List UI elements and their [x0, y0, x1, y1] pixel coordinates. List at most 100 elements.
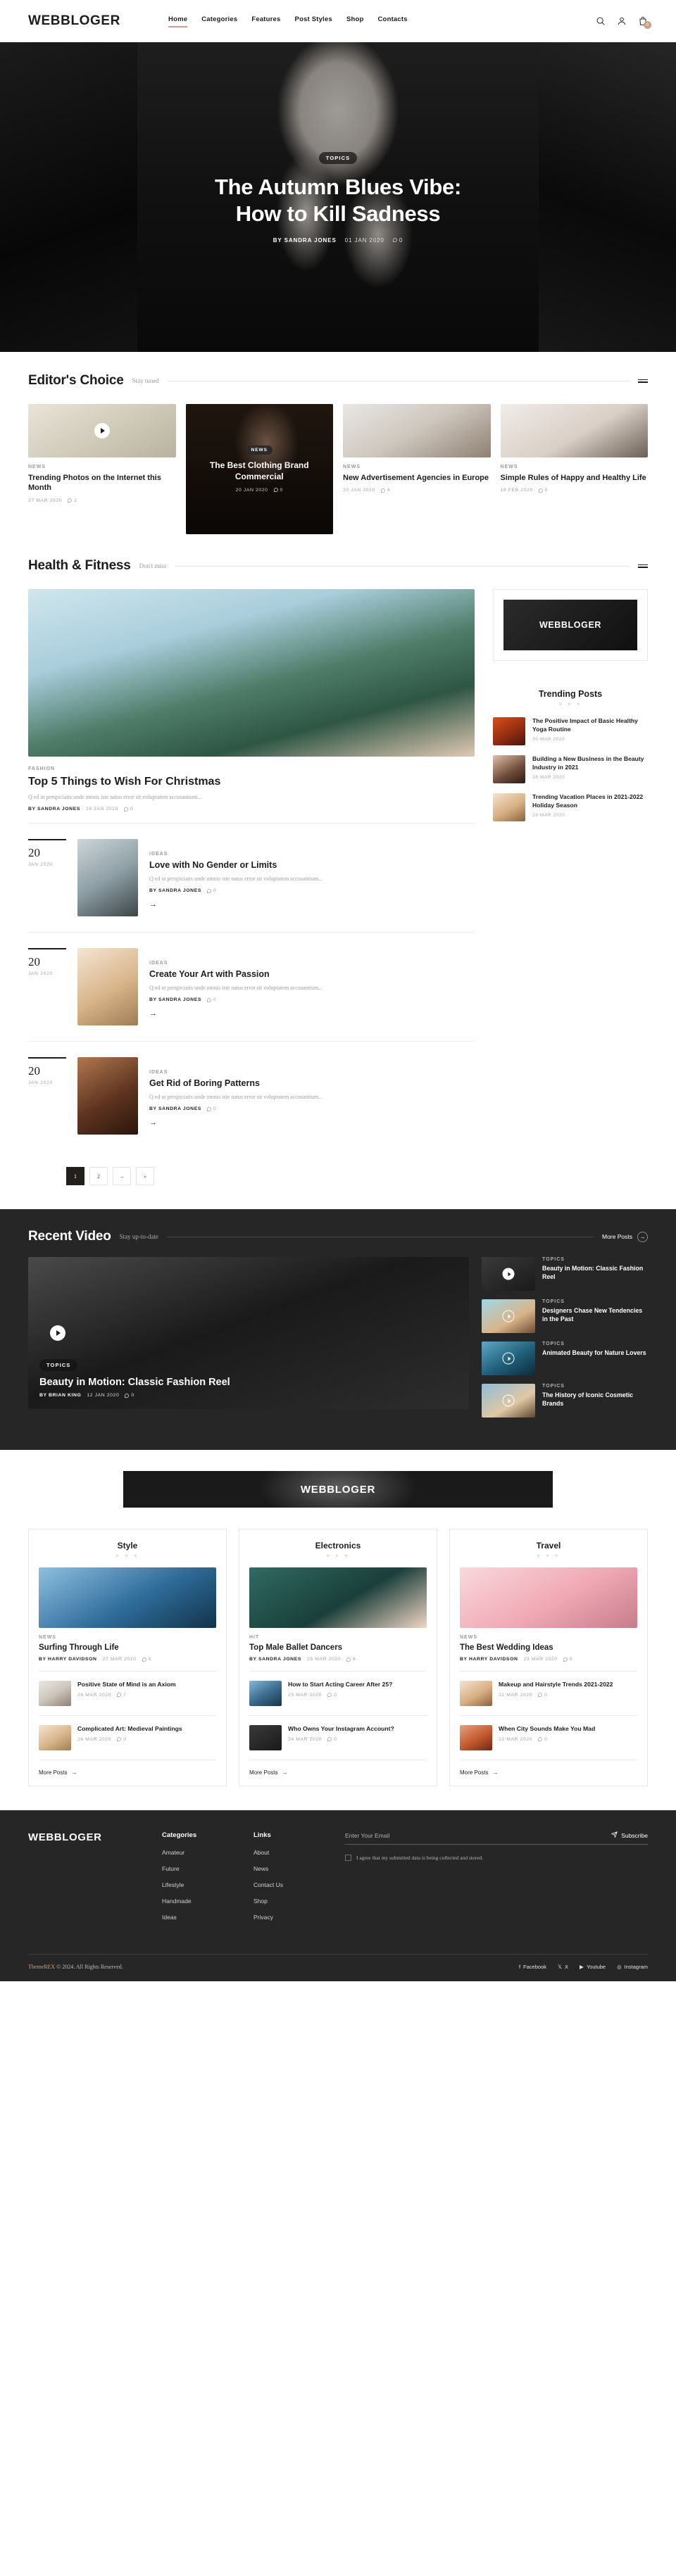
video-list-item[interactable]: TOPICS Beauty in Motion: Classic Fashion… — [482, 1257, 648, 1291]
footer-link-lifestyle[interactable]: Lifestyle — [162, 1881, 239, 1888]
pagination-page-2[interactable]: 2 — [89, 1167, 108, 1185]
article-card[interactable]: NEWS Simple Rules of Happy and Healthy L… — [500, 404, 649, 534]
subscribe-button[interactable]: Subscribe — [611, 1831, 648, 1839]
play-icon[interactable] — [502, 1394, 515, 1407]
article-card-featured[interactable]: NEWS The Best Clothing Brand Commercial … — [185, 404, 333, 534]
social-link-x[interactable]: 𝕏X — [558, 1964, 568, 1970]
column-more-posts-button[interactable]: More Posts → — [460, 1769, 637, 1776]
email-field[interactable] — [345, 1831, 612, 1839]
read-more-arrow-icon[interactable]: → — [149, 900, 475, 909]
article-card[interactable]: NEWS Trending Photos on the Internet thi… — [28, 404, 176, 534]
trending-post-item[interactable]: Building a New Business in the Beauty In… — [493, 755, 648, 783]
list-item[interactable]: 20 JAN 2020 IDEAS Love with No Gender or… — [28, 823, 475, 933]
more-posts-button[interactable]: More Posts → — [602, 1231, 648, 1242]
copyright-brand[interactable]: ThemeREX — [28, 1964, 55, 1970]
pagination-page-1[interactable]: 1 — [66, 1167, 84, 1185]
hero-category-badge[interactable]: TOPICS — [318, 152, 358, 165]
article-title[interactable]: Makeup and Hairstyle Trends 2021-2022 — [499, 1681, 613, 1689]
featured-video[interactable]: TOPICS Beauty in Motion: Classic Fashion… — [28, 1257, 469, 1409]
post-title[interactable]: Create Your Art with Passion — [149, 969, 475, 979]
list-item[interactable]: Who Owns Your Instagram Account? 24 MAR … — [249, 1725, 427, 1750]
nav-item-post-styles[interactable]: Post Styles — [295, 15, 332, 27]
article-title[interactable]: Simple Rules of Happy and Healthy Life — [501, 473, 649, 483]
nav-item-contacts[interactable]: Contacts — [378, 15, 408, 27]
footer-link-about[interactable]: About — [254, 1849, 331, 1856]
footer-logo[interactable]: WEBBLOGER — [28, 1831, 148, 1930]
video-list-item[interactable]: TOPICS The History of Iconic Cosmetic Br… — [482, 1384, 648, 1418]
hero-title[interactable]: The Autumn Blues Vibe: How to Kill Sadne… — [120, 174, 556, 227]
trending-post-item[interactable]: The Positive Impact of Basic Healthy Yog… — [493, 717, 648, 745]
video-title[interactable]: Animated Beauty for Nature Lovers — [542, 1349, 646, 1358]
hero-banner[interactable]: TOPICS The Autumn Blues Vibe: How to Kil… — [0, 42, 676, 352]
column-lead-article[interactable]: NEWS The Best Wedding Ideas BY HARRY DAV… — [460, 1567, 637, 1662]
social-link-facebook[interactable]: f Facebook — [519, 1964, 546, 1970]
post-title[interactable]: Get Rid of Boring Patterns — [149, 1078, 475, 1088]
article-title[interactable]: Top Male Ballet Dancers — [249, 1643, 427, 1652]
list-item[interactable]: Makeup and Hairstyle Trends 2021-2022 22… — [460, 1681, 637, 1706]
play-icon[interactable] — [94, 423, 110, 438]
promo-banner[interactable]: WEBBLOGER — [0, 1450, 676, 1529]
read-more-arrow-icon[interactable]: → — [149, 1009, 475, 1018]
list-item[interactable]: Complicated Art: Medieval Paintings 26 M… — [39, 1725, 216, 1750]
article-title[interactable]: Who Owns Your Instagram Account? — [288, 1725, 394, 1734]
search-icon[interactable] — [596, 16, 606, 26]
footer-link-handmade[interactable]: Handmade — [162, 1898, 239, 1905]
article-title[interactable]: Complicated Art: Medieval Paintings — [77, 1725, 182, 1734]
featured-article-title[interactable]: Top 5 Things to Wish For Christmas — [28, 776, 475, 788]
column-more-posts-button[interactable]: More Posts → — [39, 1769, 216, 1776]
user-account-icon[interactable] — [617, 16, 627, 26]
column-lead-article[interactable]: NEWS Surfing Through Life BY HARRY DAVID… — [39, 1567, 216, 1662]
trending-post-title[interactable]: The Positive Impact of Basic Healthy Yog… — [532, 717, 648, 733]
list-item[interactable]: Positive State of Mind is an Axiom 26 MA… — [39, 1681, 216, 1706]
article-title[interactable]: The Best Wedding Ideas — [460, 1643, 637, 1652]
list-item[interactable]: 20 JAN 2020 IDEAS Get Rid of Boring Patt… — [28, 1042, 475, 1150]
list-item[interactable]: 20 JAN 2020 IDEAS Create Your Art with P… — [28, 933, 475, 1042]
featured-article-image[interactable] — [28, 589, 475, 757]
footer-link-ideas[interactable]: Ideas — [162, 1914, 239, 1921]
nav-item-shop[interactable]: Shop — [346, 15, 364, 27]
video-title[interactable]: Designers Chase New Tendencies in the Pa… — [542, 1307, 648, 1324]
list-item[interactable]: How to Start Acting Career After 25? 25 … — [249, 1681, 427, 1706]
play-icon[interactable] — [502, 1352, 515, 1365]
nav-item-categories[interactable]: Categories — [201, 15, 237, 27]
trending-post-title[interactable]: Trending Vacation Places in 2021-2022 Ho… — [532, 793, 648, 809]
article-title[interactable]: How to Start Acting Career After 25? — [288, 1681, 392, 1689]
nav-item-home[interactable]: Home — [168, 15, 188, 27]
video-title[interactable]: Beauty in Motion: Classic Fashion Reel — [542, 1265, 648, 1282]
column-more-posts-button[interactable]: More Posts → — [249, 1769, 427, 1776]
footer-link-contact-us[interactable]: Contact Us — [254, 1881, 331, 1888]
social-link-instagram[interactable]: ◎ Instagram — [617, 1964, 648, 1970]
article-title[interactable]: Positive State of Mind is an Axiom — [77, 1681, 176, 1689]
cart-button[interactable]: 0 — [638, 16, 651, 29]
article-title[interactable]: Trending Photos on the Internet this Mon… — [28, 473, 176, 493]
nav-item-features[interactable]: Features — [251, 15, 280, 27]
article-title[interactable]: The Best Clothing Brand Commercial — [194, 460, 325, 482]
agree-row[interactable]: I agree that my submitted data is being … — [345, 1855, 648, 1861]
agree-checkbox[interactable] — [345, 1855, 351, 1861]
section-menu-icon[interactable] — [638, 564, 648, 568]
video-list-item[interactable]: TOPICS Animated Beauty for Nature Lovers — [482, 1341, 648, 1375]
article-title[interactable]: When City Sounds Make You Mad — [499, 1725, 595, 1734]
post-title[interactable]: Love with No Gender or Limits — [149, 860, 475, 870]
pagination-next-icon[interactable]: → — [113, 1167, 131, 1185]
social-link-youtube[interactable]: ▶ Youtube — [580, 1964, 606, 1970]
footer-link-privacy[interactable]: Privacy — [254, 1914, 331, 1921]
video-list-item[interactable]: TOPICS Designers Chase New Tendencies in… — [482, 1299, 648, 1333]
footer-link-amateur[interactable]: Amateur — [162, 1849, 239, 1856]
column-lead-article[interactable]: HIT Top Male Ballet Dancers BY SANDRA JO… — [249, 1567, 427, 1662]
article-title[interactable]: Surfing Through Life — [39, 1643, 216, 1652]
article-card[interactable]: NEWS New Advertisement Agencies in Europ… — [343, 404, 491, 534]
video-title[interactable]: The History of Iconic Cosmetic Brands — [542, 1391, 648, 1408]
footer-link-future[interactable]: Future — [162, 1865, 239, 1872]
section-menu-icon[interactable] — [638, 379, 648, 383]
trending-post-item[interactable]: Trending Vacation Places in 2021-2022 Ho… — [493, 793, 648, 821]
read-more-arrow-icon[interactable]: → — [149, 1118, 475, 1127]
list-item[interactable]: When City Sounds Make You Mad 22 MAR 202… — [460, 1725, 637, 1750]
footer-link-shop[interactable]: Shop — [254, 1898, 331, 1905]
play-icon[interactable] — [50, 1325, 65, 1341]
pagination-last-icon[interactable]: » — [136, 1167, 154, 1185]
featured-video-title[interactable]: Beauty in Motion: Classic Fashion Reel — [39, 1377, 230, 1388]
site-logo[interactable]: WEBBLOGER — [28, 13, 120, 29]
footer-link-news[interactable]: News — [254, 1865, 331, 1872]
article-title[interactable]: New Advertisement Agencies in Europe — [343, 473, 491, 483]
